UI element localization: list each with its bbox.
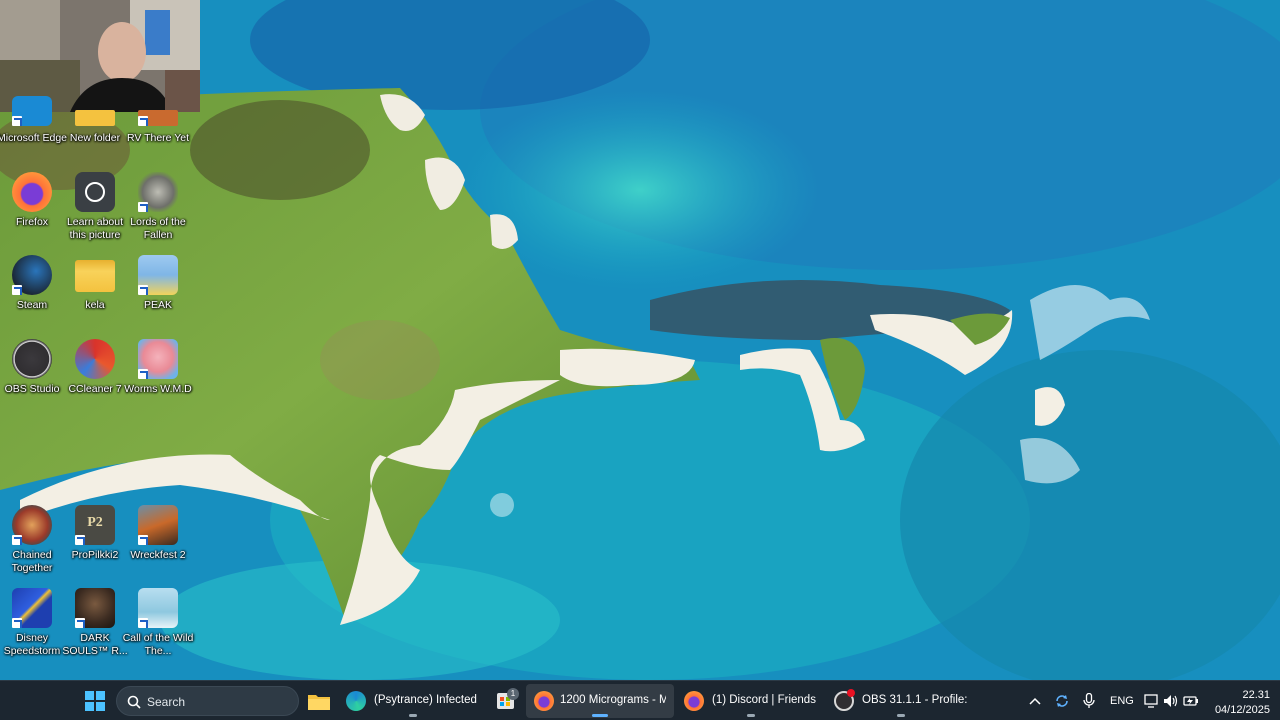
desktop-icon-propilkki2[interactable]: P2 ProPilkki2: [63, 505, 127, 585]
taskbar-search-box[interactable]: Search: [116, 686, 299, 716]
desktop-icon-label: New folder: [69, 132, 121, 144]
show-hidden-icons-button[interactable]: [1024, 684, 1046, 718]
tray-sync-button[interactable]: [1050, 684, 1074, 718]
taskbar-app-label: (Psytrance) Infected Mu: [374, 694, 480, 706]
search-label: Search: [147, 695, 186, 709]
desktop-icon-rv-there-yet[interactable]: RV There Yet: [126, 96, 190, 176]
sync-icon: [1056, 695, 1068, 707]
network-icon: [1144, 694, 1158, 708]
taskbar-app-firefox-discord[interactable]: (1) Discord | Friends — M: [678, 684, 824, 718]
taskbar-app-label: (1) Discord | Friends — M: [712, 694, 818, 706]
search-icon: [127, 695, 141, 709]
recording-dot-icon: [847, 689, 855, 697]
shortcut-arrow-icon: [138, 369, 148, 379]
desktop-icon-label: Call of the Wild The...: [122, 632, 194, 657]
desktop-icon-call-of-the-wild[interactable]: Call of the Wild The...: [123, 588, 193, 668]
desktop-icon-label: Wreckfest 2: [130, 549, 186, 561]
spotlight-icon: [75, 172, 115, 212]
firefox-icon: [12, 172, 52, 212]
shortcut-arrow-icon: [12, 285, 22, 295]
desktop-icon-label: OBS Studio: [4, 383, 60, 395]
microphone-icon: [1083, 693, 1095, 708]
desktop-icon-steam[interactable]: Steam: [0, 255, 64, 335]
start-button[interactable]: [78, 684, 112, 718]
clock-button[interactable]: 22.31 04/12/2025: [1206, 684, 1276, 718]
desktop-icon-firefox[interactable]: Firefox: [0, 172, 64, 252]
desktop-icon-label: kela: [85, 299, 105, 311]
desktop-icon-label: Lords of the Fallen: [130, 216, 186, 241]
active-indicator: [592, 714, 608, 717]
desktop-icon-label: Microsoft Edge: [0, 132, 68, 144]
desktop-icon-label: Chained Together: [11, 549, 53, 574]
desktop-icon-dark-souls[interactable]: DARK SOULS™ R...: [62, 588, 128, 668]
quick-settings-button[interactable]: [1140, 684, 1202, 718]
desktop-icon-worms[interactable]: Worms W.M.D: [124, 339, 192, 419]
shortcut-arrow-icon: [12, 535, 22, 545]
file-explorer-icon: [308, 695, 330, 710]
file-explorer-button[interactable]: [303, 684, 335, 718]
taskbar-app-obs[interactable]: OBS 31.1.1 - Profile: Unti: [828, 684, 974, 718]
desktop-icon-ccleaner[interactable]: CCleaner 7: [63, 339, 127, 419]
folder-icon: [75, 260, 115, 292]
shortcut-arrow-icon: [138, 116, 148, 126]
taskbar-app-firefox-active[interactable]: 1200 Micrograms - Mes:: [526, 684, 674, 718]
taskbar: Search (Psytrance) Infected Mu 1 1200 Mi…: [0, 680, 1280, 720]
folder-icon: [75, 110, 115, 126]
edge-icon: [346, 691, 366, 711]
desktop-icon-wreckfest[interactable]: Wreckfest 2: [126, 505, 190, 585]
clock-time: 22.31: [1242, 689, 1270, 701]
desktop-icon-label: DARK SOULS™ R...: [62, 632, 128, 657]
desktop-icon-label: Steam: [16, 299, 48, 311]
shortcut-arrow-icon: [138, 202, 148, 212]
taskbar-app-label: 1200 Micrograms - Mes:: [560, 694, 666, 706]
desktop-icon-peak[interactable]: PEAK: [126, 255, 190, 335]
shortcut-arrow-icon: [75, 535, 85, 545]
shortcut-arrow-icon: [12, 116, 22, 126]
desktop-icon-label: ProPilkki2: [71, 549, 119, 561]
desktop-icon-label: Worms W.M.D: [124, 383, 192, 395]
taskbar-app-label: OBS 31.1.1 - Profile: Unti: [862, 694, 968, 706]
windows-logo-icon: [85, 691, 105, 711]
running-indicator: [747, 714, 755, 717]
ccleaner-icon: [75, 339, 115, 379]
desktop-icon-microsoft-edge[interactable]: Microsoft Edge: [0, 96, 67, 176]
desktop-icon-label: Disney Speedstorm: [3, 632, 61, 657]
battery-power-icon: [1183, 696, 1198, 706]
notification-badge: 1: [507, 688, 519, 700]
desktop-icon-label: Learn about this picture: [66, 216, 124, 241]
running-indicator: [409, 714, 417, 717]
obs-icon: [12, 339, 52, 379]
desktop-icon-disney-speedstorm[interactable]: Disney Speedstorm: [0, 588, 64, 668]
taskbar-app-edge[interactable]: (Psytrance) Infected Mu: [340, 684, 486, 718]
microsoft-store-button[interactable]: 1: [492, 684, 520, 718]
firefox-icon: [534, 691, 554, 711]
shortcut-arrow-icon: [138, 535, 148, 545]
desktop-icon-new-folder[interactable]: New folder: [63, 96, 127, 176]
chevron-up-icon: [1029, 697, 1041, 705]
shortcut-arrow-icon: [75, 618, 85, 628]
clock-date: 04/12/2025: [1214, 704, 1270, 716]
desktop-icon-obs-studio[interactable]: OBS Studio: [0, 339, 64, 419]
firefox-icon: [684, 691, 704, 711]
desktop-icon-label: Firefox: [15, 216, 49, 228]
desktop-icon-label: CCleaner 7: [68, 383, 122, 395]
volume-icon: [1164, 695, 1178, 707]
desktop-icon-label: RV There Yet: [126, 132, 190, 144]
desktop-icon-learn-about-picture[interactable]: Learn about this picture: [63, 172, 127, 252]
desktop-icon-kela[interactable]: kela: [63, 255, 127, 335]
desktop-icon-label: PEAK: [143, 299, 172, 311]
shortcut-arrow-icon: [138, 618, 148, 628]
desktop-icon-chained-together[interactable]: Chained Together: [0, 505, 64, 585]
shortcut-arrow-icon: [12, 618, 22, 628]
desktop-icon-lords-of-the-fallen[interactable]: Lords of the Fallen: [126, 172, 190, 252]
language-label: ENG: [1110, 695, 1134, 707]
tray-microphone-button[interactable]: [1078, 684, 1100, 718]
language-indicator[interactable]: ENG: [1104, 684, 1138, 718]
shortcut-arrow-icon: [138, 285, 148, 295]
running-indicator: [897, 714, 905, 717]
